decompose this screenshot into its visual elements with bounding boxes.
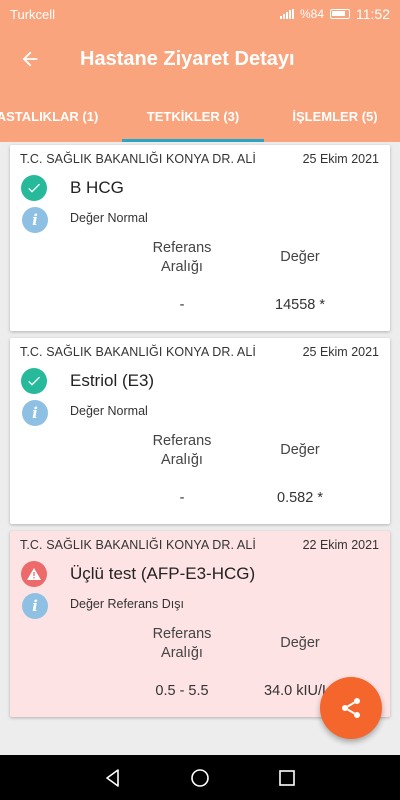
hospital-name: T.C. SAĞLIK BAKANLIĞI KONYA DR. ALİ: [20, 345, 256, 359]
value-header: Değer: [280, 635, 320, 651]
reference-header: Referans Aralığı: [152, 240, 212, 275]
reference-header: Referans Aralığı: [152, 626, 212, 661]
status-text: Değer Referans Dışı: [70, 597, 184, 611]
back-button[interactable]: [0, 28, 60, 90]
page-title: Hastane Ziyaret Detayı: [80, 47, 295, 70]
status-bar: Turkcell %84 11:52: [0, 0, 400, 28]
check-circle-icon: [21, 368, 47, 394]
value-header: Değer: [280, 442, 320, 458]
system-nav-bar: [0, 755, 400, 800]
tab-indicator: [122, 139, 264, 142]
nav-recents-icon: [278, 769, 295, 786]
nav-back-button[interactable]: [93, 758, 133, 798]
tab-hastaliklar[interactable]: ASTALIKLAR (1): [0, 90, 105, 142]
info-icon: i: [22, 207, 48, 233]
info-icon: i: [22, 593, 48, 619]
battery-icon: [330, 9, 350, 19]
arrow-left-icon: [22, 51, 38, 67]
hospital-name: T.C. SAĞLIK BAKANLIĞI KONYA DR. ALİ: [20, 538, 256, 552]
status-icons: %84 11:52: [279, 6, 390, 22]
tab-bar: ASTALIKLAR (1) TETKİKLER (3) İŞLEMLER (5…: [0, 90, 400, 142]
tab-tetkikler[interactable]: TETKİKLER (3): [122, 90, 264, 142]
reference-range: -: [179, 490, 185, 506]
test-name: Estriol (E3): [70, 371, 155, 390]
app-bar: Hastane Ziyaret Detayı: [0, 28, 400, 90]
value-header: Değer: [280, 249, 320, 265]
test-name: Üçlü test (AFP-E3-HCG): [70, 564, 256, 583]
test-date: 25 Ekim 2021: [302, 152, 379, 166]
signal-icon: [279, 9, 294, 19]
status-text: Değer Normal: [70, 404, 148, 418]
status-text: Değer Normal: [70, 211, 148, 225]
info-icon: i: [22, 400, 48, 426]
nav-home-icon: [191, 768, 209, 787]
battery-percent: %84: [299, 7, 324, 21]
test-list: T.C. SAĞLIK BAKANLIĞI KONYA DR. ALİ 25 E…: [10, 145, 390, 724]
clock: 11:52: [356, 6, 390, 22]
reference-range: -: [179, 297, 185, 313]
nav-recents-button[interactable]: [267, 758, 307, 798]
test-value: 14558 *: [275, 297, 325, 313]
check-circle-icon: [21, 175, 47, 201]
test-date: 22 Ekim 2021: [302, 538, 379, 552]
share-button[interactable]: [320, 677, 382, 739]
tab-islemler[interactable]: İŞLEMLER (5): [285, 90, 385, 142]
warning-icon: [21, 561, 47, 587]
reference-range: 0.5 - 5.5: [155, 683, 209, 699]
test-card[interactable]: T.C. SAĞLIK BAKANLIĞI KONYA DR. ALİ 25 E…: [10, 145, 390, 331]
test-name: B HCG: [70, 178, 124, 197]
share-icon: [342, 698, 360, 718]
carrier-name: Turkcell: [10, 6, 56, 22]
reference-header: Referans Aralığı: [152, 433, 212, 468]
test-date: 25 Ekim 2021: [302, 345, 379, 359]
nav-back-icon: [106, 768, 120, 787]
hospital-name: T.C. SAĞLIK BAKANLIĞI KONYA DR. ALİ: [20, 152, 256, 166]
test-value: 0.582 *: [277, 490, 323, 506]
nav-home-button[interactable]: [180, 758, 220, 798]
test-card[interactable]: T.C. SAĞLIK BAKANLIĞI KONYA DR. ALİ 25 E…: [10, 338, 390, 524]
